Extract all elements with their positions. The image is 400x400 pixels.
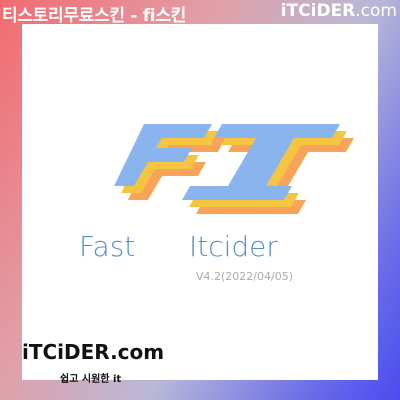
- logo-word-fast: Fast: [79, 230, 136, 263]
- logo-card: Fast Itcider V4.2(2022/04/05) iTCiDER.co…: [22, 24, 378, 385]
- logo-word-itcider: Itcider: [189, 230, 278, 263]
- version-label: V4.2(2022/04/05): [196, 270, 294, 283]
- fi-logo-icon: [114, 124, 354, 214]
- header-brand: iTCiDER.com: [281, 1, 397, 21]
- header-brand-main: iTCiDER: [280, 1, 356, 21]
- header-title: 티스토리무료스킨 - fi스킨: [2, 6, 187, 26]
- footer-tagline: 쉽고 시원한 it: [60, 374, 122, 385]
- footer-brand-main: iTCiDER: [22, 340, 111, 364]
- footer-brand-tld: .com: [110, 340, 165, 364]
- footer-brand: iTCiDER.com: [22, 340, 164, 364]
- header-brand-tld: .com: [355, 1, 397, 21]
